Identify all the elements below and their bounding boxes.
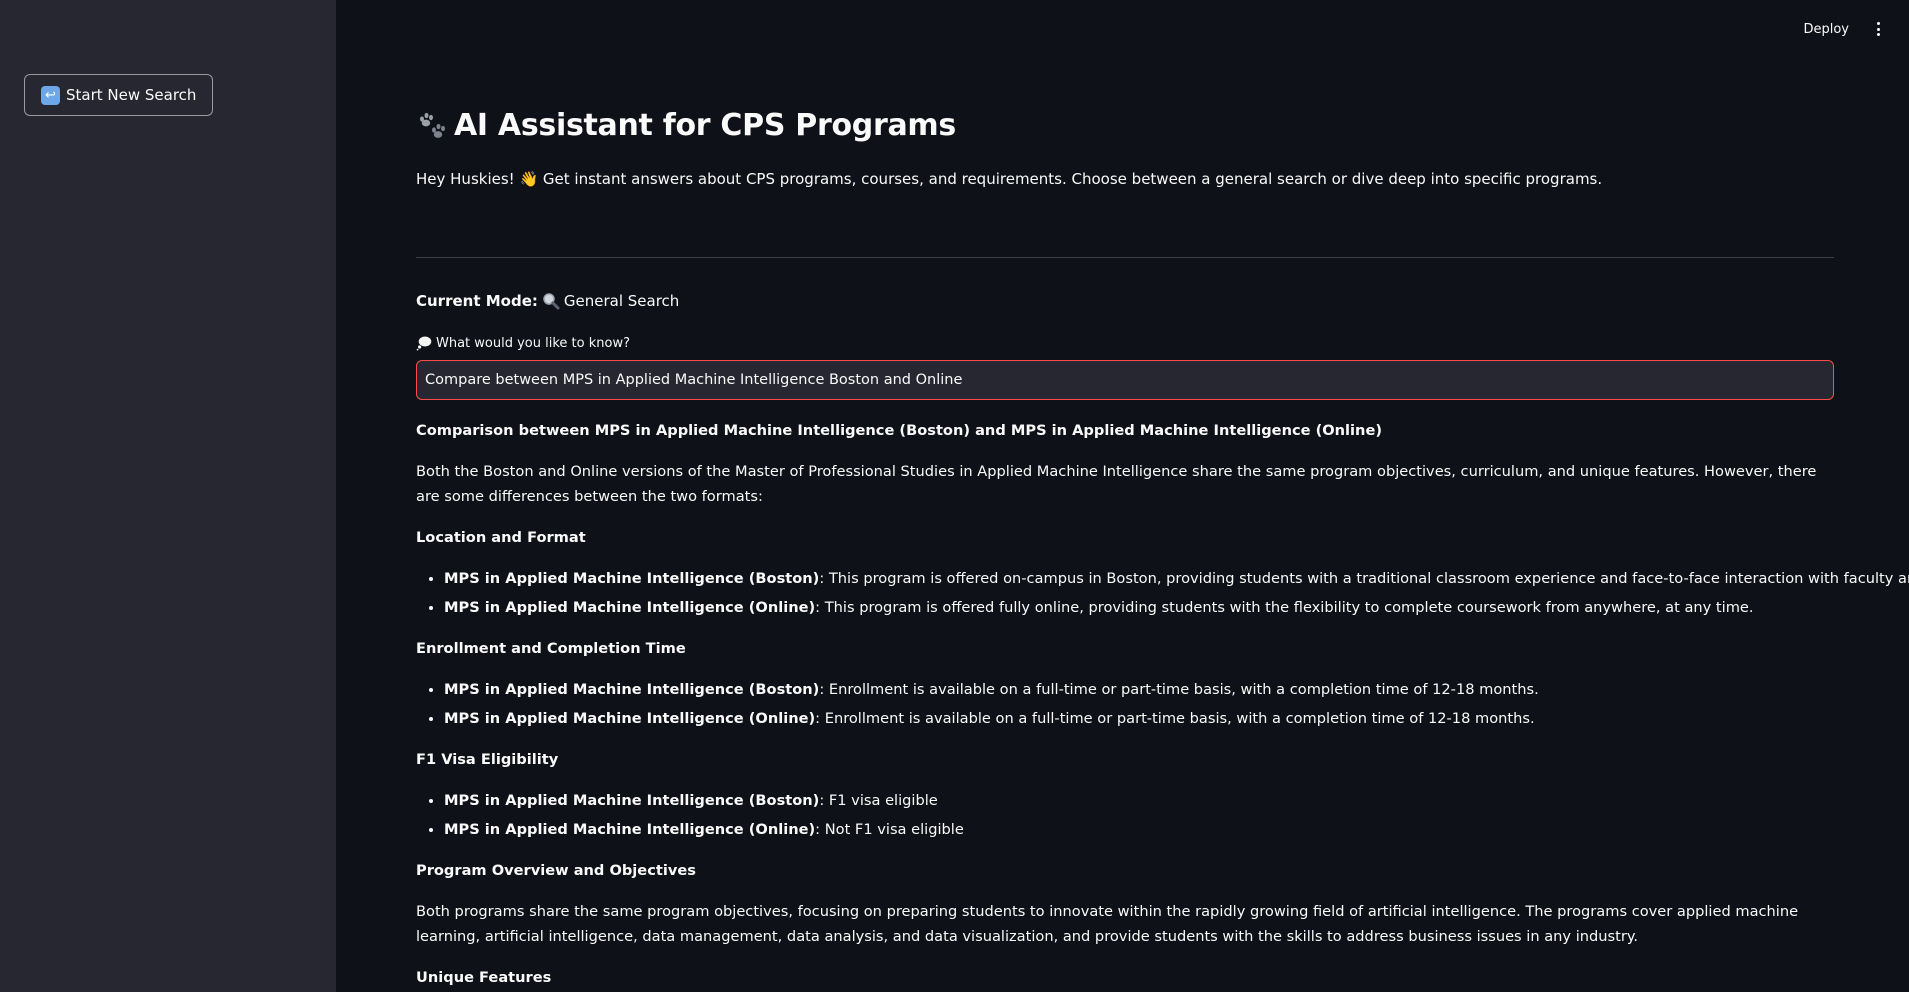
paw-prints-icon <box>420 112 445 138</box>
top-bar: Deploy <box>1803 0 1909 58</box>
item-label: MPS in Applied Machine Intelligence (Bos… <box>444 792 820 809</box>
query-label: What would you like to know? <box>416 335 630 351</box>
page-title: AI Assistant for CPS Programs <box>454 108 956 143</box>
item-label: MPS in Applied Machine Intelligence (Bos… <box>444 570 820 587</box>
item-label: MPS in Applied Machine Intelligence (Onl… <box>444 599 816 616</box>
thought-bubble-icon <box>416 336 432 351</box>
section-title: Unique Features <box>416 969 552 986</box>
section-title: F1 Visa Eligibility <box>416 751 559 768</box>
return-arrow-icon: ↩ <box>41 85 60 105</box>
section-title: Program Overview and Objectives <box>416 862 696 879</box>
answer-heading: Comparison between MPS in Applied Machin… <box>416 422 1383 439</box>
query-input[interactable] <box>416 360 1834 400</box>
item-label: MPS in Applied Machine Intelligence (Onl… <box>444 710 816 727</box>
list-item: MPS in Applied Machine Intelligence (Bos… <box>444 566 1909 591</box>
bullet-list: MPS in Applied Machine Intelligence (Bos… <box>416 677 1834 731</box>
mode-value: General Search <box>563 292 680 310</box>
divider <box>416 257 1834 258</box>
section-title: Location and Format <box>416 529 586 546</box>
bullet-list: MPS in Applied Machine Intelligence (Bos… <box>416 566 1909 620</box>
list-item: MPS in Applied Machine Intelligence (Onl… <box>444 595 1834 620</box>
list-item: MPS in Applied Machine Intelligence (Onl… <box>444 817 1834 842</box>
item-text: : This program is offered fully online, … <box>815 599 1754 616</box>
item-text: : Enrollment is available on a full-time… <box>815 710 1535 727</box>
mode-label: Current Mode: <box>416 292 538 310</box>
query-label-text: What would you like to know? <box>436 335 630 351</box>
sidebar: ↩ Start New Search <box>0 0 336 992</box>
item-text: : F1 visa eligible <box>819 792 938 809</box>
start-new-search-label: Start New Search <box>66 86 197 104</box>
intro-greeting: Hey Huskies! <box>416 170 515 188</box>
list-item: MPS in Applied Machine Intelligence (Onl… <box>444 706 1834 731</box>
title-row: AI Assistant for CPS Programs <box>416 108 956 143</box>
magnifying-glass-icon <box>543 293 560 310</box>
section-title: Enrollment and Completion Time <box>416 640 686 657</box>
deploy-button[interactable]: Deploy <box>1803 22 1849 37</box>
waving-hand-icon: 👋 <box>519 170 539 188</box>
answer-content: Comparison between MPS in Applied Machin… <box>416 418 1909 992</box>
bullet-list: MPS in Applied Machine Intelligence (Bos… <box>416 788 1834 842</box>
item-text: : Not F1 visa eligible <box>815 821 964 838</box>
intro-text: Hey Huskies! 👋 Get instant answers about… <box>416 170 1602 188</box>
app-root: ↩ Start New Search Deploy AI Assistant f… <box>0 0 1909 992</box>
answer-intro: Both the Boston and Online versions of t… <box>416 463 1817 505</box>
intro-description: Get instant answers about CPS programs, … <box>542 170 1603 188</box>
overview-text: Both programs share the same program obj… <box>416 903 1799 945</box>
current-mode: Current Mode: General Search <box>416 292 679 310</box>
kebab-menu-icon[interactable] <box>1869 20 1887 38</box>
item-text: : Enrollment is available on a full-time… <box>819 681 1539 698</box>
item-label: MPS in Applied Machine Intelligence (Onl… <box>444 821 816 838</box>
item-text: : This program is offered on-campus in B… <box>819 570 1909 587</box>
item-label: MPS in Applied Machine Intelligence (Bos… <box>444 681 820 698</box>
list-item: MPS in Applied Machine Intelligence (Bos… <box>444 677 1834 702</box>
start-new-search-button[interactable]: ↩ Start New Search <box>24 74 214 116</box>
list-item: MPS in Applied Machine Intelligence (Bos… <box>444 788 1834 813</box>
